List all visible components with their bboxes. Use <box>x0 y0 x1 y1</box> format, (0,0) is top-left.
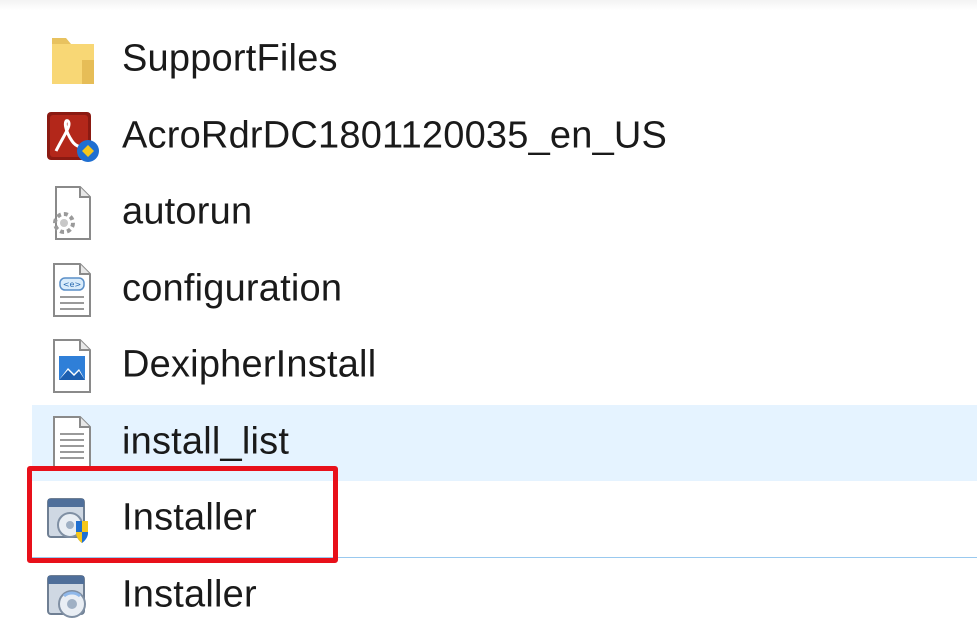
installer-icon <box>42 566 102 626</box>
top-shadow <box>0 0 977 10</box>
file-row-installer[interactable]: Installer <box>0 558 977 635</box>
svg-text:<e>: <e> <box>63 280 81 289</box>
image-file-icon <box>42 336 102 396</box>
file-name: SupportFiles <box>122 37 338 80</box>
file-name: Installer <box>122 496 257 539</box>
file-row-installer-highlighted[interactable]: Installer <box>32 481 977 558</box>
file-row-dexipherinstall[interactable]: DexipherInstall <box>0 328 977 405</box>
text-file-icon <box>42 413 102 473</box>
file-row-install-list[interactable]: install_list <box>32 404 977 481</box>
settings-file-icon <box>42 183 102 243</box>
file-name: DexipherInstall <box>122 343 377 386</box>
file-row-configuration[interactable]: <e> configuration <box>0 252 977 329</box>
installer-shield-icon <box>42 489 102 549</box>
file-name: autorun <box>122 190 253 233</box>
file-row-supportfiles[interactable]: SupportFiles <box>0 22 977 99</box>
file-row-autorun[interactable]: autorun <box>0 175 977 252</box>
file-name: AcroRdrDC1801120035_en_US <box>122 114 668 157</box>
file-name: install_list <box>122 420 290 463</box>
xml-file-icon: <e> <box>42 260 102 320</box>
file-list: SupportFiles AcroRdrDC1801120035_en_US a… <box>0 22 977 634</box>
folder-icon <box>42 30 102 90</box>
file-name: configuration <box>122 267 343 310</box>
file-row-acrordrdc[interactable]: AcroRdrDC1801120035_en_US <box>0 99 977 176</box>
acrobat-installer-icon <box>42 107 102 167</box>
file-name: Installer <box>122 573 257 616</box>
